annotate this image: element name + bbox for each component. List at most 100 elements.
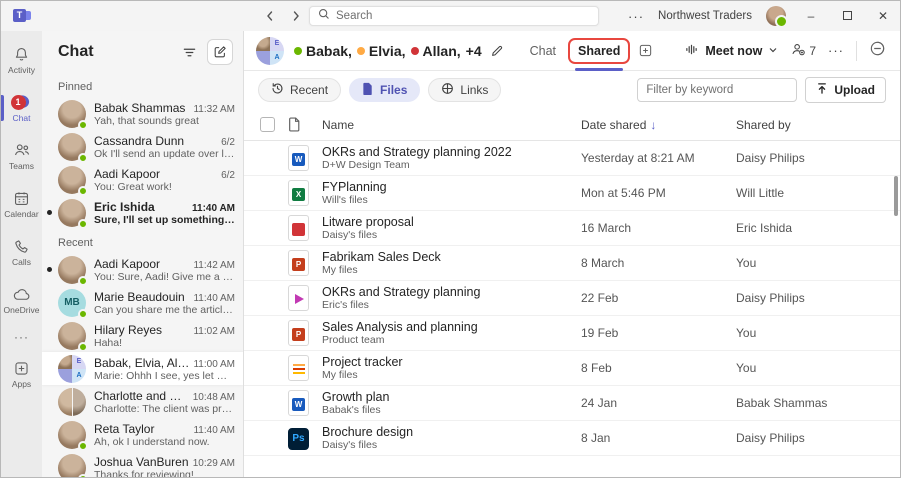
file-row[interactable]: Ps OKRs and Strategy planning 2022 D+W D…	[244, 141, 900, 176]
rail-item-apps[interactable]: Apps	[1, 351, 42, 397]
copilot-icon[interactable]	[869, 40, 886, 62]
chat-name: Charlotte and Babak	[94, 388, 189, 403]
filter-by-keyword-input[interactable]	[637, 78, 798, 102]
chat-name: Marie Beaudouin	[94, 289, 185, 304]
file-row[interactable]: Ps OKRs and Strategy planning Eric's fil…	[244, 281, 900, 316]
chat-header: EA Babak, Elvia, Allan, +4 Chat Shared M…	[244, 31, 900, 71]
teams-logo-icon: T	[13, 7, 33, 25]
chevron-down-icon[interactable]	[768, 44, 778, 58]
avatar	[58, 321, 88, 352]
file-shared-by: You	[736, 361, 757, 375]
chat-bubble-icon: 1	[10, 93, 31, 111]
rail-item-calls[interactable]: Calls	[1, 229, 42, 275]
participants-button[interactable]: 7	[790, 42, 816, 59]
rail-more-icon[interactable]: ···	[1, 325, 42, 349]
group-chat-avatar[interactable]: EA	[256, 36, 284, 65]
file-row[interactable]: Ps Brochure design Daisy's files 8 Jan D…	[244, 421, 900, 456]
chat-name: Hilary Reyes	[94, 322, 163, 337]
file-shared-by: Babak Shammas	[736, 396, 828, 410]
upload-arrow-icon	[816, 82, 828, 98]
unread-indicator	[47, 210, 52, 215]
history-icon	[271, 82, 284, 98]
file-row[interactable]: Ps Litware proposal Daisy's files 16 Mar…	[244, 211, 900, 246]
chat-list-item[interactable]: Eric Ishida 11:40 AM Sure, I'll set up so…	[42, 196, 243, 229]
global-search[interactable]	[309, 6, 599, 26]
unread-indicator	[47, 267, 52, 272]
file-row[interactable]: Ps FYPlanning Will's files Mon at 5:46 P…	[244, 176, 900, 211]
rail-item-teams[interactable]: Teams	[1, 133, 42, 179]
file-name[interactable]: OKRs and Strategy planning	[322, 285, 581, 299]
file-name[interactable]: Project tracker	[322, 355, 581, 369]
file-icon	[362, 82, 374, 98]
chat-list-item[interactable]: EA Babak, Elvia, Allan, +4 11:00 AM Marie…	[42, 352, 243, 385]
file-name[interactable]: Litware proposal	[322, 215, 581, 229]
column-name[interactable]: Name	[322, 118, 581, 132]
user-avatar[interactable]	[766, 6, 788, 28]
file-row[interactable]: Ps Project tracker My files 8 Feb You	[244, 351, 900, 386]
titlebar: T ··· Northwest Traders – ✕	[1, 1, 900, 31]
chat-list-scroll[interactable]: Pinned Babak Shammas 11:32 AM Yah, that …	[42, 73, 243, 477]
back-icon[interactable]	[264, 10, 276, 22]
pill-files[interactable]: Files	[349, 78, 421, 102]
rename-chat-icon[interactable]	[490, 44, 504, 58]
status-badge	[78, 185, 88, 196]
chat-list-item[interactable]: Aadi Kapoor 11:42 AM You: Sure, Aadi! Giv…	[42, 253, 243, 286]
scrollbar-thumb[interactable]	[894, 176, 898, 216]
file-name[interactable]: Fabrikam Sales Deck	[322, 250, 581, 264]
chat-more-icon[interactable]: ···	[828, 43, 844, 58]
close-button[interactable]: ✕	[872, 9, 894, 23]
pill-links[interactable]: Links	[428, 78, 502, 102]
avatar: EA	[58, 354, 86, 383]
file-row[interactable]: Ps Growth plan Babak's files 24 Jan Baba…	[244, 386, 900, 421]
rail-item-activity[interactable]: Activity	[1, 37, 42, 83]
status-badge	[78, 473, 88, 477]
file-name[interactable]: Growth plan	[322, 390, 581, 404]
chat-name: Babak, Elvia, Allan, +4	[94, 355, 189, 370]
rail-item-chat[interactable]: 1 Chat	[1, 85, 42, 131]
chat-name: Joshua VanBuren	[94, 454, 189, 469]
pill-recent[interactable]: Recent	[258, 78, 342, 102]
chat-list-item[interactable]: Aadi Kapoor 6/2 You: Great work!	[42, 163, 243, 196]
maximize-button[interactable]	[836, 9, 858, 23]
column-shared-by[interactable]: Shared by	[736, 118, 900, 132]
chat-title: Babak, Elvia, Allan, +4	[294, 43, 482, 59]
file-row[interactable]: Ps Fabrikam Sales Deck My files 8 March …	[244, 246, 900, 281]
tab-chat[interactable]: Chat	[522, 40, 564, 62]
add-tab-icon[interactable]	[638, 43, 653, 58]
file-name[interactable]: Sales Analysis and planning	[322, 320, 581, 334]
meet-now-button[interactable]: Meet now	[684, 43, 778, 59]
file-date-shared: 22 Feb	[581, 291, 619, 305]
status-badge	[78, 341, 88, 352]
rail-item-calendar[interactable]: Calendar	[1, 181, 42, 227]
file-name[interactable]: OKRs and Strategy planning 2022	[322, 145, 581, 159]
chat-timestamp: 10:29 AM	[192, 457, 235, 469]
upload-button[interactable]: Upload	[805, 77, 886, 103]
org-name[interactable]: Northwest Traders	[658, 10, 752, 22]
select-all-checkbox[interactable]	[260, 117, 275, 132]
filter-icon[interactable]	[182, 45, 197, 60]
chat-list-item[interactable]: Hilary Reyes 11:02 AM Haha!	[42, 319, 243, 352]
rail-item-onedrive[interactable]: OneDrive	[1, 277, 42, 323]
file-type-icon: Ps	[288, 285, 309, 311]
main-content: EA Babak, Elvia, Allan, +4 Chat Shared M…	[244, 31, 900, 477]
new-chat-button[interactable]	[207, 39, 233, 65]
file-row[interactable]: Ps Sales Analysis and planning Product t…	[244, 316, 900, 351]
split-avatar	[58, 387, 86, 416]
tab-shared[interactable]: Shared	[568, 37, 631, 71]
status-badge	[78, 218, 88, 229]
chat-list-item[interactable]: MB Marie Beaudouin 11:40 AM Can you share…	[42, 286, 243, 319]
forward-icon[interactable]	[290, 10, 302, 22]
file-name[interactable]: Brochure design	[322, 425, 581, 439]
file-name[interactable]: FYPlanning	[322, 180, 581, 194]
chat-list-item[interactable]: Babak Shammas 11:32 AM Yah, that sounds g…	[42, 97, 243, 130]
search-input[interactable]	[336, 10, 590, 22]
chat-list-item[interactable]: Charlotte and Babak10:48 AM Charlotte: T…	[42, 385, 243, 418]
file-shared-by: Daisy Philips	[736, 431, 805, 445]
minimize-button[interactable]: –	[800, 9, 822, 23]
titlebar-more-icon[interactable]: ···	[628, 9, 644, 24]
column-date-shared[interactable]: Date shared ↓	[581, 118, 736, 132]
file-shared-by: You	[736, 326, 757, 340]
chat-list-item[interactable]: Cassandra Dunn 6/2 Ok I'll send an update…	[42, 130, 243, 163]
chat-list-item[interactable]: Joshua VanBuren 10:29 AM Thanks for revie…	[42, 451, 243, 477]
chat-list-item[interactable]: Reta Taylor 11:40 AM Ah, ok I understand …	[42, 418, 243, 451]
